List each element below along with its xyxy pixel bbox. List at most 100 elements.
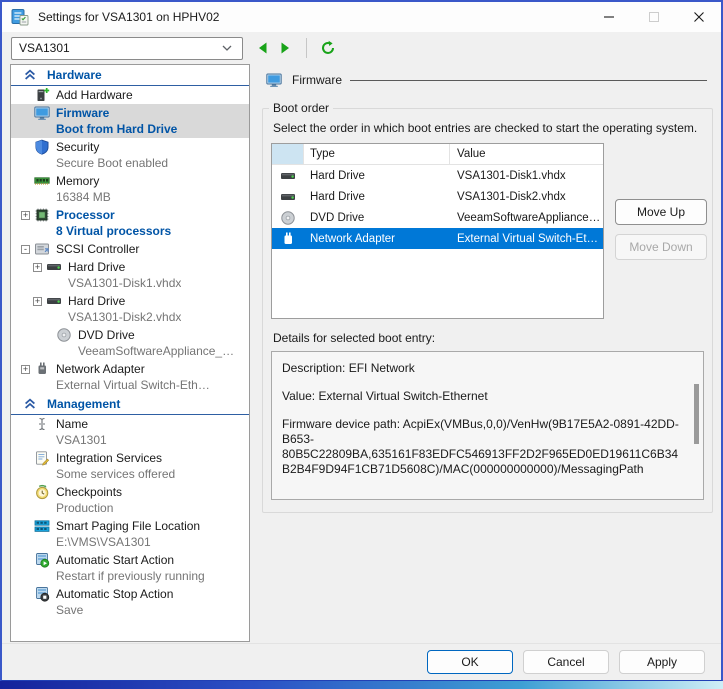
panel-title: Firmware [292, 73, 342, 87]
cell-type: DVD Drive [304, 212, 450, 224]
sidebar-item-integration-services[interactable]: Integration Services Some services offer… [11, 449, 249, 483]
dvd-drive-icon [56, 327, 72, 343]
sidebar-item-sublabel: 8 Virtual processors [56, 223, 171, 239]
sidebar-item-network-adapter[interactable]: + Network Adapter External Virtual Switc… [11, 360, 249, 394]
cancel-button[interactable]: Cancel [523, 650, 609, 674]
firmware-settings-panel: Firmware Boot order Select the order in … [258, 64, 717, 513]
refresh-icon[interactable] [320, 40, 336, 56]
sidebar-item-processor[interactable]: + Processor 8 Virtual processors [11, 206, 249, 240]
cell-value: VeeamSoftwareAppliance_13.0.1.18... [450, 212, 603, 224]
scsi-controller-icon [34, 241, 50, 257]
firmware-icon [264, 72, 284, 88]
close-button[interactable] [676, 2, 721, 32]
sidebar-item-label: DVD Drive [78, 327, 238, 343]
sidebar-item-checkpoints[interactable]: Checkpoints Production [11, 483, 249, 517]
move-up-button[interactable]: Move Up [615, 199, 707, 225]
collapse-toggle[interactable]: - [21, 245, 30, 254]
expand-toggle[interactable]: + [21, 365, 30, 374]
cell-value: VSA1301-Disk2.vhdx [450, 191, 603, 203]
sidebar-item-label: Automatic Stop Action [56, 586, 173, 602]
section-header-management[interactable]: Management [11, 394, 249, 415]
section-header-hardware[interactable]: Hardware [11, 65, 249, 86]
apply-button[interactable]: Apply [619, 650, 705, 674]
sidebar-item-label: Name [56, 416, 107, 432]
table-row[interactable]: DVD Drive VeeamSoftwareAppliance_13.0.1.… [272, 207, 603, 228]
sidebar-item-label: Memory [56, 173, 111, 189]
expand-toggle[interactable]: + [33, 297, 42, 306]
navigate-back-icon[interactable] [255, 40, 271, 56]
app-icon [11, 8, 29, 26]
window-title: Settings for VSA1301 on HPHV02 [38, 10, 586, 24]
vm-selector-dropdown[interactable]: VSA1301 [11, 37, 243, 60]
sidebar-item-name[interactable]: Name VSA1301 [11, 415, 249, 449]
hard-drive-icon [280, 168, 296, 184]
title-bar: Settings for VSA1301 on HPHV02 [2, 2, 721, 32]
table-row[interactable]: Hard Drive VSA1301-Disk2.vhdx [272, 186, 603, 207]
cell-type: Hard Drive [304, 191, 450, 203]
sidebar-item-smart-paging[interactable]: Smart Paging File Location E:\VMS\VSA130… [11, 517, 249, 551]
sidebar-item-label: SCSI Controller [56, 241, 139, 257]
network-adapter-icon [280, 231, 296, 247]
cell-type: Hard Drive [304, 170, 450, 182]
sidebar-item-automatic-stop[interactable]: Automatic Stop Action Save [11, 585, 249, 619]
expand-toggle[interactable]: + [21, 211, 30, 220]
sidebar-item-label: Add Hardware [56, 87, 133, 103]
sidebar-item-hard-drive-2[interactable]: + Hard Drive VSA1301-Disk2.vhdx [11, 292, 249, 326]
boot-order-table: Type Value Hard Drive VSA1301-Disk1.vhdx… [271, 143, 604, 319]
sidebar-item-security[interactable]: Security Secure Boot enabled [11, 138, 249, 172]
sidebar-item-label: Checkpoints [56, 484, 122, 500]
chevron-down-icon [219, 40, 235, 56]
scrollbar-thumb[interactable] [694, 384, 699, 444]
dialog-footer: OK Cancel Apply [2, 643, 721, 680]
sidebar-item-label: Network Adapter [56, 361, 216, 377]
sidebar-item-memory[interactable]: Memory 16384 MB [11, 172, 249, 206]
add-hardware-icon [34, 87, 50, 103]
navigate-forward-icon[interactable] [277, 40, 293, 56]
smart-paging-icon [34, 518, 50, 534]
table-header-row: Type Value [272, 144, 603, 165]
sidebar-item-label: Integration Services [56, 450, 175, 466]
network-adapter-icon [34, 361, 50, 377]
settings-nav-list: Hardware Add Hardware Firmware Boot from… [10, 64, 250, 642]
sidebar-item-sublabel: External Virtual Switch-Ethernet [56, 377, 216, 393]
sidebar-item-sublabel: Production [56, 500, 122, 516]
sidebar-item-scsi-controller[interactable]: - SCSI Controller [11, 240, 249, 258]
expand-toggle[interactable]: + [33, 263, 42, 272]
sidebar-item-add-hardware[interactable]: Add Hardware [11, 86, 249, 104]
sidebar-item-label: Smart Paging File Location [56, 518, 200, 534]
name-icon [34, 416, 50, 432]
sidebar-item-sublabel: VSA1301-Disk1.vhdx [68, 275, 181, 291]
ok-button[interactable]: OK [427, 650, 513, 674]
vm-selector-value: VSA1301 [19, 41, 70, 55]
sidebar-item-label: Security [56, 139, 168, 155]
table-row-selected[interactable]: Network Adapter External Virtual Switch-… [272, 228, 603, 249]
sidebar-item-label: Firmware [56, 105, 177, 121]
sidebar-item-label: Hard Drive [68, 259, 181, 275]
sidebar-item-hard-drive-1[interactable]: + Hard Drive VSA1301-Disk1.vhdx [11, 258, 249, 292]
hard-drive-icon [280, 189, 296, 205]
header-rule [350, 80, 707, 81]
sidebar-item-dvd-drive[interactable]: DVD Drive VeeamSoftwareAppliance_13.... [11, 326, 249, 360]
details-value: Value: External Virtual Switch-Ethernet [282, 389, 681, 404]
sidebar-item-sublabel: Boot from Hard Drive [56, 121, 177, 137]
column-header-type[interactable]: Type [304, 144, 450, 164]
sidebar-item-firmware[interactable]: Firmware Boot from Hard Drive [11, 104, 249, 138]
sidebar-item-label: Processor [56, 207, 171, 223]
hard-drive-icon [46, 293, 62, 309]
details-label: Details for selected boot entry: [273, 331, 704, 345]
maximize-button [631, 2, 676, 32]
dvd-drive-icon [280, 210, 296, 226]
group-title: Boot order [269, 101, 333, 115]
collapse-chevron-icon [23, 397, 37, 411]
sidebar-item-sublabel: VSA1301 [56, 432, 107, 448]
minimize-button[interactable] [586, 2, 631, 32]
collapse-chevron-icon [23, 68, 37, 82]
sidebar-item-sublabel: VeeamSoftwareAppliance_13.... [78, 343, 238, 359]
toolbar: VSA1301 [2, 32, 721, 64]
sidebar-item-automatic-start[interactable]: Automatic Start Action Restart if previo… [11, 551, 249, 585]
settings-dialog: Settings for VSA1301 on HPHV02 VSA1301 H… [0, 0, 723, 681]
table-row[interactable]: Hard Drive VSA1301-Disk1.vhdx [272, 165, 603, 186]
processor-icon [34, 207, 50, 223]
column-header-value[interactable]: Value [450, 144, 603, 164]
sidebar-item-sublabel: E:\VMS\VSA1301 [56, 534, 200, 550]
